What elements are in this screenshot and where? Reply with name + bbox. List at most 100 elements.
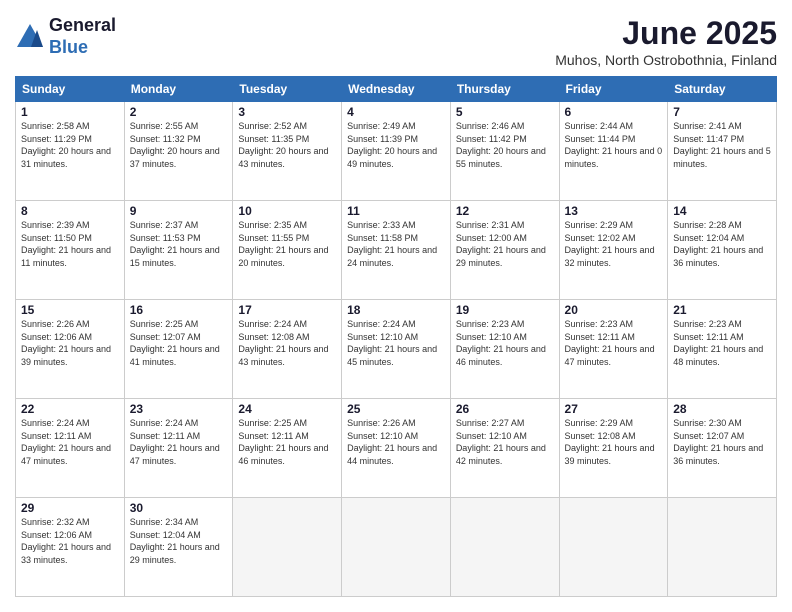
day-info: Sunrise: 2:32 AMSunset: 12:06 AMDaylight… — [21, 516, 119, 566]
day-info: Sunrise: 2:25 AMSunset: 12:07 AMDaylight… — [130, 318, 228, 368]
day-number: 19 — [456, 303, 554, 317]
logo-general: General — [49, 15, 116, 37]
calendar-cell: 3Sunrise: 2:52 AMSunset: 11:35 PMDayligh… — [233, 102, 342, 201]
day-number: 22 — [21, 402, 119, 416]
day-info: Sunrise: 2:44 AMSunset: 11:44 PMDaylight… — [565, 120, 663, 170]
day-number: 12 — [456, 204, 554, 218]
calendar-cell: 6Sunrise: 2:44 AMSunset: 11:44 PMDayligh… — [559, 102, 668, 201]
calendar-cell — [342, 498, 451, 597]
calendar-cell: 30Sunrise: 2:34 AMSunset: 12:04 AMDaylig… — [124, 498, 233, 597]
day-number: 25 — [347, 402, 445, 416]
header: General Blue June 2025 Muhos, North Ostr… — [15, 15, 777, 68]
day-info: Sunrise: 2:29 AMSunset: 12:02 AMDaylight… — [565, 219, 663, 269]
day-number: 30 — [130, 501, 228, 515]
day-number: 2 — [130, 105, 228, 119]
weekday-header-monday: Monday — [124, 77, 233, 102]
week-row-4: 22Sunrise: 2:24 AMSunset: 12:11 AMDaylig… — [16, 399, 777, 498]
day-info: Sunrise: 2:24 AMSunset: 12:11 AMDaylight… — [130, 417, 228, 467]
calendar-cell: 14Sunrise: 2:28 AMSunset: 12:04 AMDaylig… — [668, 201, 777, 300]
weekday-header-friday: Friday — [559, 77, 668, 102]
day-info: Sunrise: 2:24 AMSunset: 12:11 AMDaylight… — [21, 417, 119, 467]
day-info: Sunrise: 2:52 AMSunset: 11:35 PMDaylight… — [238, 120, 336, 170]
day-number: 24 — [238, 402, 336, 416]
calendar-cell: 22Sunrise: 2:24 AMSunset: 12:11 AMDaylig… — [16, 399, 125, 498]
day-number: 28 — [673, 402, 771, 416]
calendar-cell: 15Sunrise: 2:26 AMSunset: 12:06 AMDaylig… — [16, 300, 125, 399]
calendar-cell: 5Sunrise: 2:46 AMSunset: 11:42 PMDayligh… — [450, 102, 559, 201]
day-info: Sunrise: 2:39 AMSunset: 11:50 PMDaylight… — [21, 219, 119, 269]
day-number: 6 — [565, 105, 663, 119]
calendar-cell: 29Sunrise: 2:32 AMSunset: 12:06 AMDaylig… — [16, 498, 125, 597]
day-info: Sunrise: 2:31 AMSunset: 12:00 AMDaylight… — [456, 219, 554, 269]
day-number: 29 — [21, 501, 119, 515]
day-number: 7 — [673, 105, 771, 119]
calendar-cell: 19Sunrise: 2:23 AMSunset: 12:10 AMDaylig… — [450, 300, 559, 399]
calendar-cell: 18Sunrise: 2:24 AMSunset: 12:10 AMDaylig… — [342, 300, 451, 399]
day-number: 26 — [456, 402, 554, 416]
day-info: Sunrise: 2:35 AMSunset: 11:55 PMDaylight… — [238, 219, 336, 269]
day-info: Sunrise: 2:41 AMSunset: 11:47 PMDaylight… — [673, 120, 771, 170]
calendar-cell: 8Sunrise: 2:39 AMSunset: 11:50 PMDayligh… — [16, 201, 125, 300]
calendar-cell: 16Sunrise: 2:25 AMSunset: 12:07 AMDaylig… — [124, 300, 233, 399]
page: General Blue June 2025 Muhos, North Ostr… — [0, 0, 792, 612]
week-row-1: 1Sunrise: 2:58 AMSunset: 11:29 PMDayligh… — [16, 102, 777, 201]
day-info: Sunrise: 2:55 AMSunset: 11:32 PMDaylight… — [130, 120, 228, 170]
day-info: Sunrise: 2:46 AMSunset: 11:42 PMDaylight… — [456, 120, 554, 170]
day-info: Sunrise: 2:25 AMSunset: 12:11 AMDaylight… — [238, 417, 336, 467]
day-number: 27 — [565, 402, 663, 416]
calendar-cell: 13Sunrise: 2:29 AMSunset: 12:02 AMDaylig… — [559, 201, 668, 300]
calendar-cell — [450, 498, 559, 597]
logo-blue: Blue — [49, 37, 116, 59]
day-info: Sunrise: 2:26 AMSunset: 12:10 AMDaylight… — [347, 417, 445, 467]
title-section: June 2025 Muhos, North Ostrobothnia, Fin… — [555, 15, 777, 68]
day-info: Sunrise: 2:33 AMSunset: 11:58 PMDaylight… — [347, 219, 445, 269]
week-row-2: 8Sunrise: 2:39 AMSunset: 11:50 PMDayligh… — [16, 201, 777, 300]
calendar-cell: 17Sunrise: 2:24 AMSunset: 12:08 AMDaylig… — [233, 300, 342, 399]
day-info: Sunrise: 2:29 AMSunset: 12:08 AMDaylight… — [565, 417, 663, 467]
location: Muhos, North Ostrobothnia, Finland — [555, 52, 777, 68]
calendar-cell: 4Sunrise: 2:49 AMSunset: 11:39 PMDayligh… — [342, 102, 451, 201]
weekday-header-row: SundayMondayTuesdayWednesdayThursdayFrid… — [16, 77, 777, 102]
day-info: Sunrise: 2:34 AMSunset: 12:04 AMDaylight… — [130, 516, 228, 566]
weekday-header-sunday: Sunday — [16, 77, 125, 102]
calendar-cell: 24Sunrise: 2:25 AMSunset: 12:11 AMDaylig… — [233, 399, 342, 498]
day-number: 23 — [130, 402, 228, 416]
day-number: 4 — [347, 105, 445, 119]
calendar-cell: 11Sunrise: 2:33 AMSunset: 11:58 PMDaylig… — [342, 201, 451, 300]
day-number: 8 — [21, 204, 119, 218]
calendar-cell: 23Sunrise: 2:24 AMSunset: 12:11 AMDaylig… — [124, 399, 233, 498]
day-number: 20 — [565, 303, 663, 317]
week-row-5: 29Sunrise: 2:32 AMSunset: 12:06 AMDaylig… — [16, 498, 777, 597]
day-info: Sunrise: 2:23 AMSunset: 12:10 AMDaylight… — [456, 318, 554, 368]
calendar-cell: 10Sunrise: 2:35 AMSunset: 11:55 PMDaylig… — [233, 201, 342, 300]
calendar-cell: 25Sunrise: 2:26 AMSunset: 12:10 AMDaylig… — [342, 399, 451, 498]
calendar-table: SundayMondayTuesdayWednesdayThursdayFrid… — [15, 76, 777, 597]
weekday-header-saturday: Saturday — [668, 77, 777, 102]
day-info: Sunrise: 2:26 AMSunset: 12:06 AMDaylight… — [21, 318, 119, 368]
calendar-cell — [233, 498, 342, 597]
calendar-cell: 20Sunrise: 2:23 AMSunset: 12:11 AMDaylig… — [559, 300, 668, 399]
day-info: Sunrise: 2:58 AMSunset: 11:29 PMDaylight… — [21, 120, 119, 170]
logo-icon — [15, 22, 45, 52]
logo: General Blue — [15, 15, 116, 58]
week-row-3: 15Sunrise: 2:26 AMSunset: 12:06 AMDaylig… — [16, 300, 777, 399]
day-info: Sunrise: 2:24 AMSunset: 12:08 AMDaylight… — [238, 318, 336, 368]
calendar-cell — [668, 498, 777, 597]
calendar-cell: 12Sunrise: 2:31 AMSunset: 12:00 AMDaylig… — [450, 201, 559, 300]
calendar-cell: 27Sunrise: 2:29 AMSunset: 12:08 AMDaylig… — [559, 399, 668, 498]
month-title: June 2025 — [555, 15, 777, 52]
day-number: 18 — [347, 303, 445, 317]
weekday-header-wednesday: Wednesday — [342, 77, 451, 102]
day-info: Sunrise: 2:24 AMSunset: 12:10 AMDaylight… — [347, 318, 445, 368]
day-info: Sunrise: 2:49 AMSunset: 11:39 PMDaylight… — [347, 120, 445, 170]
calendar-cell: 7Sunrise: 2:41 AMSunset: 11:47 PMDayligh… — [668, 102, 777, 201]
day-number: 17 — [238, 303, 336, 317]
day-number: 1 — [21, 105, 119, 119]
day-number: 11 — [347, 204, 445, 218]
day-info: Sunrise: 2:37 AMSunset: 11:53 PMDaylight… — [130, 219, 228, 269]
day-number: 9 — [130, 204, 228, 218]
weekday-header-thursday: Thursday — [450, 77, 559, 102]
day-number: 10 — [238, 204, 336, 218]
day-number: 13 — [565, 204, 663, 218]
day-info: Sunrise: 2:23 AMSunset: 12:11 AMDaylight… — [565, 318, 663, 368]
